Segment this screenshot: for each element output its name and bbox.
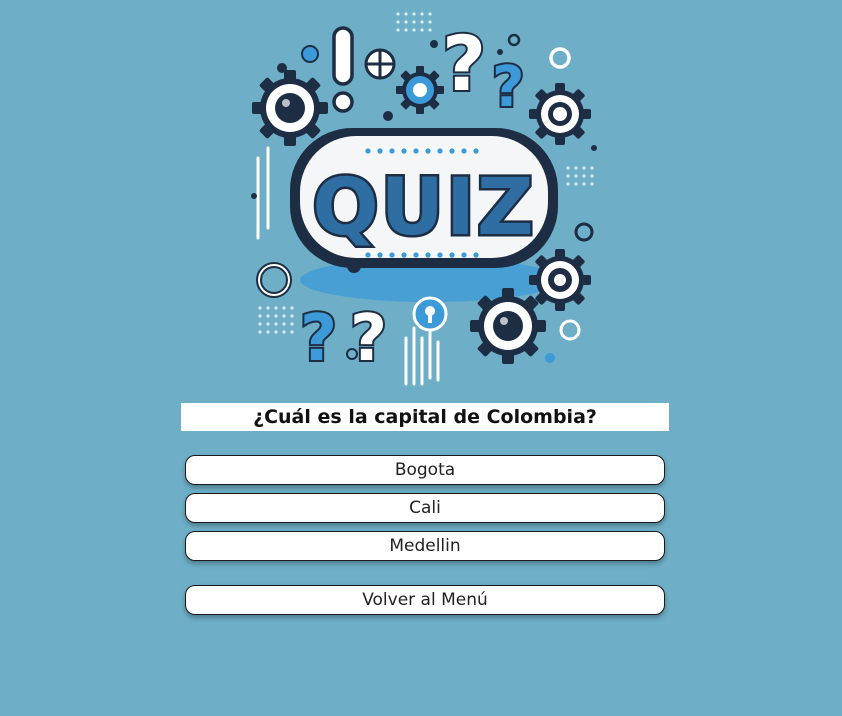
answer-button-bogota[interactable]: Bogota	[185, 455, 665, 485]
svg-text:?: ?	[300, 302, 337, 376]
answer-button-cali[interactable]: Cali	[185, 493, 665, 523]
gear-icon	[529, 83, 591, 145]
keyhole-icon	[412, 296, 448, 332]
gear-icon	[529, 249, 591, 311]
quiz-badge: QUIZ	[290, 128, 558, 268]
back-to-menu-button[interactable]: Volver al Menú	[185, 585, 665, 615]
answer-button-medellin[interactable]: Medellin	[185, 531, 665, 561]
crosshair-icon	[364, 48, 396, 80]
quiz-logo-text: QUIZ	[312, 163, 535, 253]
svg-text:?: ?	[350, 302, 387, 376]
exclamation-icon	[332, 26, 354, 113]
svg-text:?: ?	[492, 55, 524, 120]
quiz-logo: ? ? ? ? QUIZ	[251, 12, 597, 386]
svg-text:?: ?	[442, 19, 486, 108]
gear-icon	[252, 70, 328, 146]
gear-icon	[396, 66, 444, 114]
gear-icon	[470, 288, 546, 364]
question-text: ¿Cuál es la capital de Colombia?	[181, 403, 669, 431]
